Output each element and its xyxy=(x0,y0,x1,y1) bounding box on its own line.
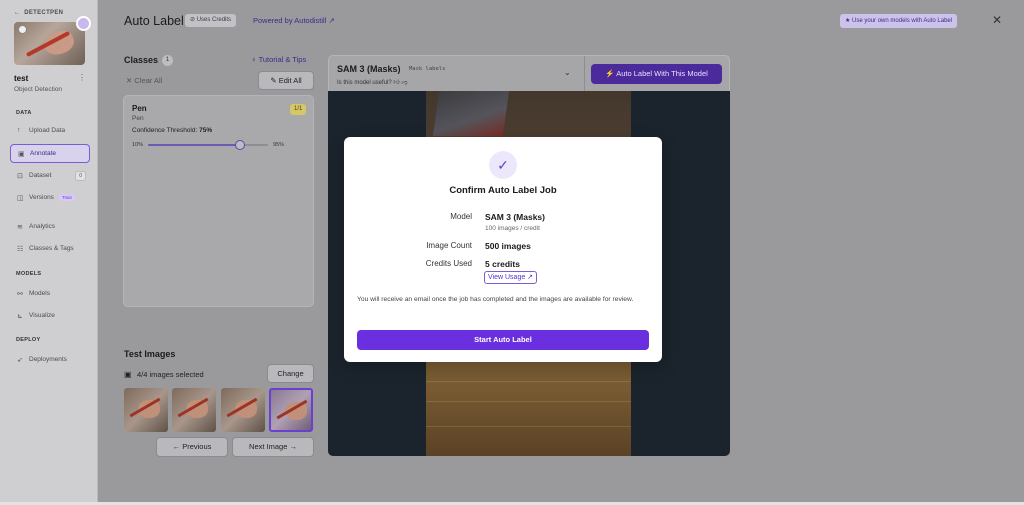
own-models-button[interactable]: ★ Use your own models with Auto Label xyxy=(840,14,958,28)
workspace-name: DETECTPEN xyxy=(24,10,64,16)
credits-value: 5 credits xyxy=(485,259,520,269)
deployments-icon: ➶ xyxy=(17,356,23,364)
kebab-menu-icon[interactable]: ⋮ xyxy=(78,73,86,82)
classes-icon: ☷ xyxy=(17,245,24,253)
tutorial-tips-link[interactable]: ♀ Tutorial & Tips xyxy=(251,55,306,64)
camera-icon xyxy=(18,25,27,34)
uses-credits-badge: ⊘ Uses Credits xyxy=(185,14,237,27)
model-rate: 100 images / credit xyxy=(485,225,540,232)
dialog-title: Confirm Auto Label Job xyxy=(449,185,557,196)
confirm-dialog: ✓ Confirm Auto Label Job Model SAM 3 (Ma… xyxy=(344,137,662,362)
confidence-label: Confidence Threshold: 75% xyxy=(132,127,213,134)
avatar[interactable] xyxy=(76,16,91,31)
sidebar-item-analytics[interactable]: ≋ Analytics xyxy=(10,217,90,236)
lightning-icon: ⚡ xyxy=(605,69,617,78)
image-count-label: Image Count xyxy=(426,241,472,250)
thumbs-up-icon[interactable]: 👍︎ xyxy=(393,80,399,86)
versions-icon: ◫ xyxy=(17,194,24,202)
images-selected-text: 4/4 images selected xyxy=(137,370,204,379)
project-thumbnail[interactable] xyxy=(14,22,85,65)
sidebar-item-deployments[interactable]: ➶ Deployments xyxy=(10,350,90,369)
sidebar-item-versions[interactable]: ◫ Versions Train xyxy=(10,188,90,207)
test-image-thumbnail[interactable] xyxy=(172,388,216,432)
link-icon: ⊘ xyxy=(190,17,197,23)
classes-count-badge: 1 xyxy=(162,55,173,66)
image-icon: ▣ xyxy=(124,370,132,379)
class-name: Pen xyxy=(132,104,147,113)
analytics-icon: ≋ xyxy=(17,223,23,231)
sidebar-item-dataset[interactable]: ⊡ Dataset 0 xyxy=(10,166,90,185)
visualize-icon: ⊾ xyxy=(17,312,23,320)
project-name: test xyxy=(14,74,29,83)
test-image-thumbnail[interactable] xyxy=(124,388,168,432)
sidebar-item-models[interactable]: ⚯ Models xyxy=(10,284,90,303)
test-image-thumbnail-selected[interactable] xyxy=(269,388,313,432)
slider-max-label: 95% xyxy=(273,142,285,148)
close-icon[interactable]: ✕ xyxy=(992,13,1002,27)
model-name: SAM 3 (Masks) xyxy=(337,64,401,74)
sidebar-item-visualize[interactable]: ⊾ Visualize xyxy=(10,306,90,325)
upload-icon: ↑ xyxy=(17,127,21,134)
dialog-message: You will receive an email once the job h… xyxy=(357,296,634,303)
confidence-value: 75% xyxy=(199,127,213,134)
edit-all-button[interactable]: ✎ Edit All xyxy=(258,71,314,90)
model-tag: Mask labels xyxy=(409,66,446,72)
models-icon: ⚯ xyxy=(17,290,23,298)
thumbs-down-icon[interactable]: 👎︎ xyxy=(401,80,407,86)
next-image-button[interactable]: Next Image → xyxy=(232,437,314,457)
sidebar: ← DETECTPEN test ⋮ Object Detection DATA… xyxy=(0,0,98,502)
sidebar-item-classes-tags[interactable]: ☷ Classes & Tags xyxy=(10,239,90,258)
previous-button[interactable]: ← Previous xyxy=(156,437,228,457)
train-pill: Train xyxy=(58,194,76,201)
test-image-thumbnail[interactable] xyxy=(221,388,265,432)
model-feedback: Is this model useful? 👍︎ 👎︎ xyxy=(337,80,408,86)
project-type: Object Detection xyxy=(14,86,63,93)
chevron-down-icon[interactable]: ⌄ xyxy=(564,68,571,77)
model-label: Model xyxy=(450,212,472,221)
pencil-icon: ✎ xyxy=(270,76,279,85)
credits-label: Credits Used xyxy=(425,259,472,268)
slider-fill xyxy=(148,144,240,146)
view-usage-link[interactable]: View Usage ↗ xyxy=(484,271,538,284)
dataset-icon: ⊡ xyxy=(17,172,23,180)
section-deploy: DEPLOY xyxy=(16,337,41,343)
clear-all-button[interactable]: ✕ Clear All xyxy=(126,76,162,85)
start-auto-label-button[interactable]: Start Auto Label xyxy=(357,330,649,350)
page-title: Auto Label xyxy=(124,14,184,28)
model-selector[interactable]: SAM 3 (Masks) Mask labels Is this model … xyxy=(328,55,730,92)
lightbulb-icon: ♀ xyxy=(251,55,259,64)
classes-heading: Classes xyxy=(124,55,159,65)
sidebar-item-annotate[interactable]: ▣ Annotate xyxy=(10,144,90,163)
class-card-pen[interactable]: Pen Pen 1/1 Confidence Threshold: 75% 10… xyxy=(123,95,314,307)
star-icon: ★ xyxy=(845,18,853,24)
section-data: DATA xyxy=(16,110,32,116)
slider-min-label: 10% xyxy=(132,142,144,148)
slider-handle[interactable] xyxy=(234,140,245,150)
confidence-slider[interactable] xyxy=(148,140,268,150)
class-subtitle: Pen xyxy=(132,115,144,122)
model-value: SAM 3 (Masks) xyxy=(485,212,545,222)
sidebar-item-upload-data[interactable]: ↑ Upload Data xyxy=(10,121,90,140)
header: Auto Label ⊘ Uses Credits Powered by Aut… xyxy=(99,0,1024,43)
dataset-count-badge: 0 xyxy=(75,170,86,181)
section-models: MODELS xyxy=(16,271,42,277)
checkmark-icon: ✓ xyxy=(489,151,517,179)
auto-label-with-model-button[interactable]: ⚡ Auto Label With This Model xyxy=(591,64,722,84)
powered-by-link[interactable]: Powered by Autodistill ↗ xyxy=(253,16,335,25)
image-count-value: 500 images xyxy=(485,241,531,251)
change-images-button[interactable]: Change xyxy=(267,364,314,383)
class-ratio-badge: 1/1 xyxy=(290,104,307,115)
test-images-heading: Test Images xyxy=(124,349,176,359)
annotate-icon: ▣ xyxy=(18,150,25,158)
workspace-back-link[interactable]: ← DETECTPEN xyxy=(14,10,63,16)
